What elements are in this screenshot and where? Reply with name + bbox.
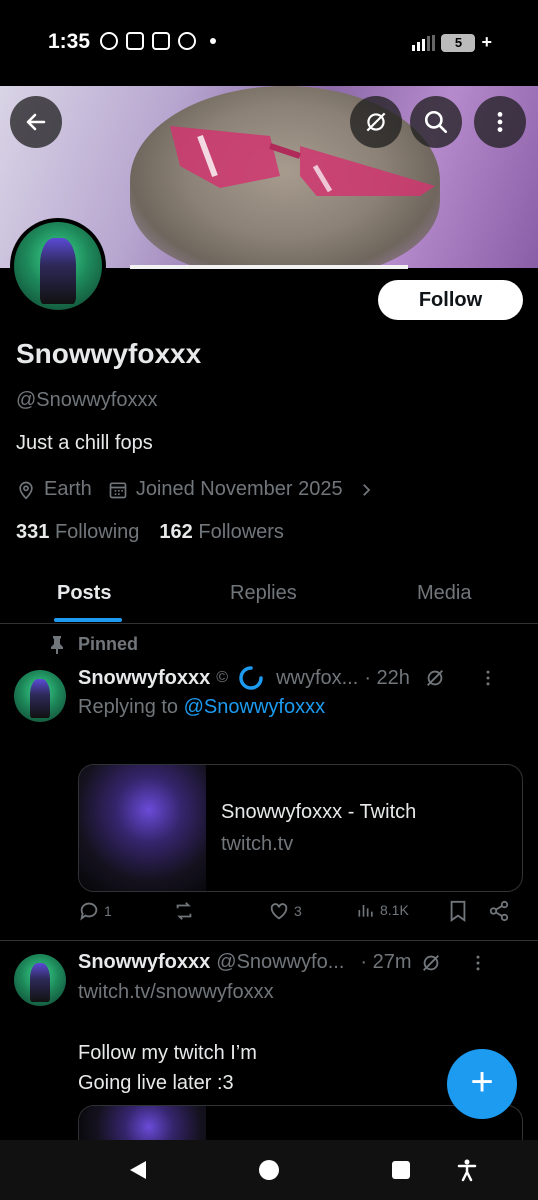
- post-author-name[interactable]: Snowwyfoxxx: [78, 667, 210, 690]
- grok-button[interactable]: [350, 96, 402, 148]
- profile-avatar[interactable]: [10, 218, 106, 314]
- location-pin-icon: [19, 481, 33, 500]
- link-card-thumbnail: [79, 765, 206, 891]
- post-avatar[interactable]: [14, 954, 66, 1006]
- back-triangle-icon[interactable]: [126, 1158, 150, 1182]
- share-icon[interactable]: [488, 900, 510, 922]
- status-time: 1:35: [48, 30, 91, 53]
- profile-handle: @Snowwyfoxxx: [16, 389, 158, 411]
- repost-button[interactable]: [172, 900, 196, 922]
- post-text: Follow my twitch I’m Going live later :3: [78, 1038, 257, 1098]
- tab-active-indicator: [54, 618, 122, 622]
- post-author-handle: wwyfox...: [276, 666, 359, 689]
- home-circle-icon[interactable]: [257, 1158, 281, 1182]
- following-count: 331: [16, 521, 50, 543]
- battery-icon: 5: [441, 33, 476, 52]
- views-count: 8.1K: [380, 902, 409, 918]
- tab-posts[interactable]: Posts: [57, 582, 111, 605]
- more-notifications-dot-icon: [210, 38, 216, 44]
- reply-button[interactable]: 1: [78, 900, 112, 922]
- grok-icon[interactable]: [420, 952, 442, 974]
- screenshot-icon: [152, 32, 170, 50]
- post-header: Snowwyfoxxx © wwyfox... · 22h: [78, 665, 498, 691]
- post-author-name[interactable]: Snowwyfoxxx: [78, 951, 210, 974]
- link-card-title: Snowwyfoxxx - Twitch: [221, 801, 417, 823]
- followers-count: 162: [159, 521, 193, 543]
- arrow-left-icon: [26, 113, 46, 131]
- display-name: Snowwyfoxxx: [16, 338, 202, 369]
- link-card[interactable]: Snowwyfoxxx - Twitch twitch.tv: [78, 764, 523, 892]
- banner-progress-bar: [130, 265, 408, 269]
- profile-location: Earth: [44, 478, 92, 500]
- reply-prefix: Replying to: [78, 696, 179, 718]
- views-chart-icon: [358, 905, 373, 917]
- tab-replies[interactable]: Replies: [230, 582, 297, 605]
- grok-icon[interactable]: [424, 667, 446, 689]
- following-label: Following: [54, 521, 140, 543]
- status-bar: 1:35 5 +: [0, 0, 538, 86]
- link-card-domain: twitch.tv: [221, 833, 294, 855]
- reply-context: Replying to @Snowwyfoxxx: [78, 696, 325, 719]
- charging-indicator: +: [481, 32, 492, 52]
- chevron-right-icon[interactable]: [357, 481, 375, 499]
- post-author-handle: @Snowwyfo...: [216, 951, 345, 973]
- more-vertical-icon[interactable]: [478, 668, 498, 688]
- post-divider: [0, 940, 538, 941]
- profile-bio: Just a chill fops: [16, 432, 153, 454]
- search-button[interactable]: [410, 96, 462, 148]
- compose-button[interactable]: +: [447, 1049, 517, 1119]
- views-button[interactable]: 8.1K: [356, 900, 409, 920]
- accessibility-icon[interactable]: [455, 1158, 479, 1182]
- battery-saver-icon: [126, 32, 144, 50]
- verified-badge-icon: ©: [216, 669, 229, 686]
- profile-tabs: Posts Replies Media: [0, 566, 538, 624]
- post-time: · 22h: [364, 666, 410, 689]
- post-avatar[interactable]: [14, 670, 66, 722]
- profile-meta: Earth Joined November 2025: [16, 478, 375, 501]
- recents-square-icon[interactable]: [389, 1158, 413, 1182]
- loading-spinner-icon: [239, 666, 263, 690]
- like-count: 3: [294, 903, 302, 919]
- post-link[interactable]: twitch.tv/snowwyfoxxx: [78, 981, 274, 1004]
- post-actions: 1 3 8.1K: [78, 900, 518, 930]
- profile-stats: 331 Following 162 Followers: [16, 521, 284, 544]
- heart-icon: [270, 903, 288, 920]
- system-nav-bar: [0, 1140, 538, 1200]
- post-header: Snowwyfoxxx @Snowwyfo... · 27m: [78, 951, 488, 974]
- search-icon: [424, 110, 448, 134]
- bookmark-icon[interactable]: [448, 900, 468, 922]
- followers-link[interactable]: 162 Followers: [159, 521, 284, 544]
- more-vertical-icon[interactable]: [468, 953, 488, 973]
- reply-count: 1: [104, 903, 112, 919]
- calendar-icon: [109, 482, 127, 498]
- discord-icon: [178, 32, 196, 50]
- pinned-indicator: Pinned: [50, 634, 138, 655]
- post-time: · 27m: [360, 951, 412, 973]
- pinned-label: Pinned: [78, 634, 139, 654]
- back-button[interactable]: [10, 96, 62, 148]
- post-text-line: Follow my twitch I’m: [78, 1042, 257, 1064]
- more-vertical-icon: [497, 112, 503, 132]
- at-icon: [100, 32, 118, 50]
- notification-icons: [100, 32, 216, 50]
- pin-icon: [51, 635, 63, 654]
- like-button[interactable]: 3: [268, 900, 302, 922]
- profile-joined: Joined November 2025: [135, 478, 343, 500]
- repost-icon: [176, 902, 192, 920]
- status-right: 5 +: [412, 32, 492, 53]
- grok-icon: [366, 112, 386, 132]
- post-text-line: Going live later :3: [78, 1072, 234, 1094]
- tab-media[interactable]: Media: [417, 582, 471, 605]
- reply-icon: [80, 902, 98, 921]
- reply-handle-link[interactable]: @Snowwyfoxxx: [184, 696, 325, 718]
- more-options-button[interactable]: [474, 96, 526, 148]
- follow-button[interactable]: Follow: [378, 280, 523, 320]
- signal-icon: [412, 34, 436, 51]
- avatar-image: [14, 222, 102, 310]
- followers-label: Followers: [198, 521, 284, 543]
- following-link[interactable]: 331 Following: [16, 521, 139, 544]
